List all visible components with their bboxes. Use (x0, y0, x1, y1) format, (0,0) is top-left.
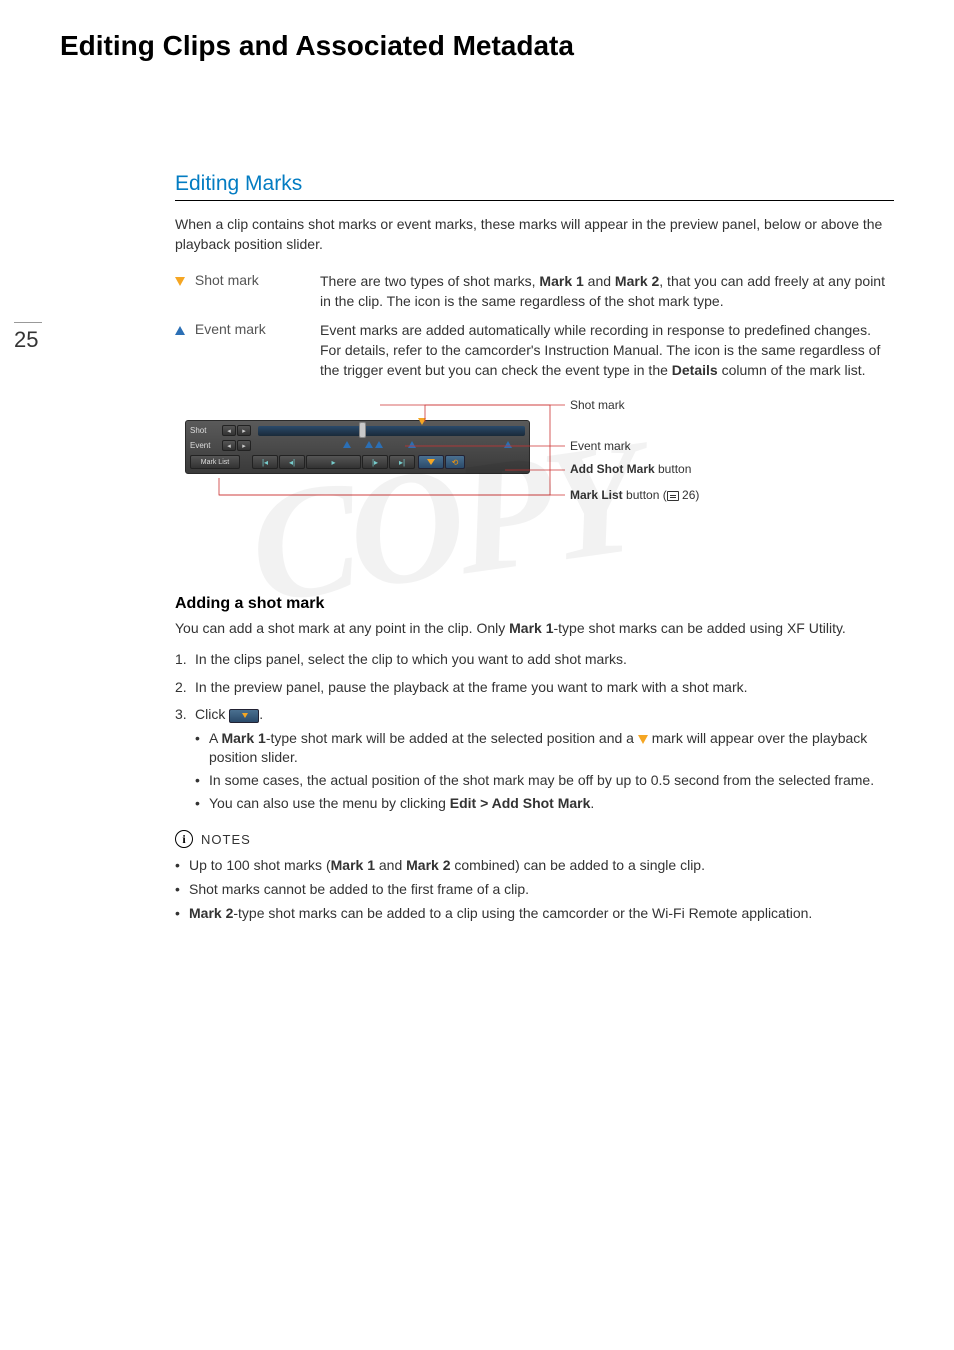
last-frame-button[interactable]: ▸| (389, 455, 415, 469)
callout-shot-mark: Shot mark (570, 398, 625, 412)
section-intro: When a clip contains shot marks or event… (175, 215, 894, 254)
note-1: Up to 100 shot marks (Mark 1 and Mark 2 … (175, 856, 894, 876)
notes-label: NOTES (201, 832, 251, 847)
event-mark-tick-icon (375, 441, 383, 448)
mark-list-button[interactable]: Mark List (190, 455, 240, 469)
shot-mark-tick-icon (418, 418, 426, 425)
info-icon: i (175, 830, 193, 848)
step-3-bullet-1: A Mark 1-type shot mark will be added at… (195, 729, 894, 767)
page-reference-icon (667, 491, 679, 501)
notes-header: i NOTES (175, 830, 894, 848)
event-mark-tick-icon (365, 441, 373, 448)
step-1: In the clips panel, select the clip to w… (175, 650, 894, 670)
step-2: In the preview panel, pause the playback… (175, 678, 894, 698)
event-mark-term: Event mark (175, 321, 320, 390)
event-mark-icon (175, 326, 185, 335)
callout-add-shot-mark: Add Shot Mark button (570, 462, 691, 476)
step-3: Click . A Mark 1-type shot mark will be … (175, 705, 894, 812)
loop-button[interactable]: ⟲ (445, 455, 465, 469)
playhead[interactable] (359, 422, 366, 438)
event-mark-tick-icon (343, 441, 351, 448)
subsection-heading: Adding a shot mark (175, 595, 894, 613)
first-frame-button[interactable]: |◂ (252, 455, 278, 469)
step-back-button[interactable]: ◂| (279, 455, 305, 469)
playback-slider[interactable] (258, 426, 525, 436)
callout-mark-list: Mark List button ( 26) (570, 488, 699, 502)
event-row-label: Event (190, 441, 222, 450)
event-mark-desc: Event marks are added automatically whil… (320, 321, 894, 390)
note-2: Shot marks cannot be added to the first … (175, 880, 894, 900)
chapter-title: Editing Clips and Associated Metadata (60, 30, 894, 62)
callout-event-mark: Event mark (570, 439, 631, 453)
step-3-bullet-3: You can also use the menu by clicking Ed… (195, 794, 894, 813)
step-3-bullet-2: In some cases, the actual position of th… (195, 771, 894, 790)
event-mark-tick-icon (504, 441, 512, 448)
add-shot-mark-button[interactable] (418, 455, 444, 469)
shot-next-button[interactable]: ▸ (237, 425, 251, 436)
shot-row-label: Shot (190, 426, 222, 435)
event-prev-button[interactable]: ◂ (222, 440, 236, 451)
subsection-intro: You can add a shot mark at any point in … (175, 619, 894, 638)
event-next-button[interactable]: ▸ (237, 440, 251, 451)
play-button[interactable]: ▸ (306, 455, 361, 469)
shot-mark-inline-icon (638, 735, 648, 744)
add-shot-mark-button-icon (229, 709, 259, 723)
preview-panel: Shot ◂ ▸ Event ◂ ▸ (185, 420, 530, 474)
preview-panel-diagram: Shot ◂ ▸ Event ◂ ▸ (175, 400, 894, 525)
event-mark-tick-icon (408, 441, 416, 448)
shot-prev-button[interactable]: ◂ (222, 425, 236, 436)
event-mark-label: Event mark (195, 321, 266, 337)
shot-mark-desc: There are two types of shot marks, Mark … (320, 272, 894, 321)
note-3: Mark 2-type shot marks can be added to a… (175, 904, 894, 924)
step-forward-button[interactable]: |▸ (362, 455, 388, 469)
page-number: 25 (14, 322, 42, 353)
section-heading: Editing Marks (175, 172, 894, 201)
shot-mark-icon (175, 277, 185, 286)
shot-mark-label: Shot mark (195, 272, 259, 288)
shot-mark-term: Shot mark (175, 272, 320, 321)
event-mark-row (258, 441, 525, 451)
